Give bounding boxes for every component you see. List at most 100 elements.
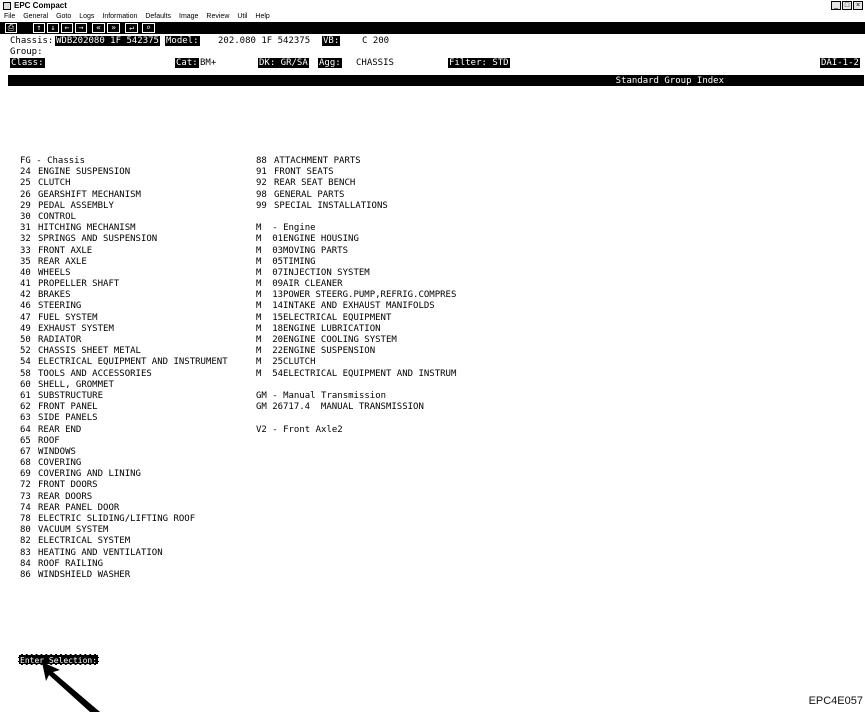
list-item[interactable]: M 13POWER STEERG.PUMP,REFRIG.COMPRES <box>256 290 456 301</box>
agg-value: CHASSIS <box>356 58 394 68</box>
list-item[interactable]: 78 ELECTRIC SLIDING/LIFTING ROOF <box>20 514 228 525</box>
list-item[interactable]: M 20ENGINE COOLING SYSTEM <box>256 335 456 346</box>
list-item[interactable]: GM 26717.4 MANUAL TRANSMISSION <box>256 402 456 413</box>
item-label: INTAKE AND EXHAUST MANIFOLDS <box>283 301 435 312</box>
list-item[interactable]: 80 VACUUM SYSTEM <box>20 525 228 536</box>
list-item[interactable]: 83 HEATING AND VENTILATION <box>20 548 228 559</box>
list-item[interactable]: 63 SIDE PANELS <box>20 413 228 424</box>
list-item[interactable]: M 25CLUTCH <box>256 357 456 368</box>
window-controls: _ □ × <box>831 1 863 10</box>
list-item[interactable]: 32 SPRINGS AND SUSPENSION <box>20 234 228 245</box>
arrow-down-icon[interactable]: ↓ <box>47 23 59 33</box>
list-item[interactable]: 64 REAR END <box>20 425 228 436</box>
arrow-left-icon[interactable]: ← <box>61 23 73 33</box>
page-back-icon[interactable]: « <box>92 23 105 33</box>
menu-information[interactable]: Information <box>102 12 137 22</box>
list-item[interactable]: 82 ELECTRICAL SYSTEM <box>20 536 228 547</box>
list-item[interactable]: 67 WINDOWS <box>20 447 228 458</box>
item-label: ELECTRICAL SYSTEM <box>38 536 131 547</box>
list-item[interactable]: 54 ELECTRICAL EQUIPMENT AND INSTRUMENT <box>20 357 228 368</box>
close-button[interactable]: × <box>853 1 863 10</box>
menu-general[interactable]: General <box>23 12 48 22</box>
list-item[interactable]: 58 TOOLS AND ACCESSORIES <box>20 369 228 380</box>
list-item[interactable]: M 05TIMING <box>256 257 456 268</box>
list-item[interactable]: 86 WINDSHIELD WASHER <box>20 570 228 581</box>
list-item[interactable]: 35 REAR AXLE <box>20 257 228 268</box>
list-item[interactable]: M 14INTAKE AND EXHAUST MANIFOLDS <box>256 301 456 312</box>
menu-help[interactable]: Help <box>255 12 269 22</box>
print-icon[interactable]: ⎙ <box>5 23 17 33</box>
search-icon[interactable]: ⌕ <box>142 23 155 33</box>
item-label: MOVING PARTS <box>283 245 349 256</box>
list-item[interactable]: 72 FRONT DOORS <box>20 480 228 491</box>
list-item[interactable]: 98 GENERAL PARTS <box>256 190 456 201</box>
menu-defaults[interactable]: Defaults <box>145 12 171 22</box>
list-item[interactable]: M 22ENGINE SUSPENSION <box>256 346 456 357</box>
list-item[interactable]: M 54ELECTRICAL EQUIPMENT AND INSTRUM <box>256 369 456 380</box>
list-item[interactable]: 99 SPECIAL INSTALLATIONS <box>256 201 456 212</box>
menu-goto[interactable]: Goto <box>56 12 71 22</box>
menu-image[interactable]: Image <box>179 12 198 22</box>
list-item[interactable]: 33 FRONT AXLE <box>20 246 228 257</box>
item-label: GENERAL PARTS <box>274 189 345 200</box>
list-item[interactable]: 31 HITCHING MECHANISM <box>20 223 228 234</box>
list-item[interactable]: 60 SHELL, GROMMET <box>20 380 228 391</box>
item-label: CHASSIS SHEET METAL <box>38 346 141 357</box>
arrow-up-icon[interactable]: ↑ <box>33 23 45 33</box>
arrow-right-icon[interactable]: → <box>75 23 87 33</box>
list-heading-front-axle2[interactable]: V2 - Front Axle2 <box>256 425 456 436</box>
list-item[interactable]: 69 COVERING AND LINING <box>20 469 228 480</box>
list-item[interactable]: 29 PEDAL ASSEMBLY <box>20 201 228 212</box>
list-item[interactable]: 73 REAR DOORS <box>20 492 228 503</box>
list-item[interactable]: 52 CHASSIS SHEET METAL <box>20 346 228 357</box>
menu-bar: File General Goto Logs Information Defau… <box>0 12 865 22</box>
list-item[interactable]: 47 FUEL SYSTEM <box>20 313 228 324</box>
list-item[interactable]: 88 ATTACHMENT PARTS <box>256 156 456 167</box>
item-code: 65 <box>20 435 31 446</box>
item-label: SHELL, GROMMET <box>38 379 114 390</box>
item-code: 68 <box>20 458 31 469</box>
list-item[interactable]: 65 ROOF <box>20 436 228 447</box>
enter-icon[interactable]: ↵ <box>125 23 138 33</box>
menu-file[interactable]: File <box>4 12 15 22</box>
list-item[interactable]: 41 PROPELLER SHAFT <box>20 279 228 290</box>
menu-logs[interactable]: Logs <box>79 12 94 22</box>
item-code: M 09 <box>256 279 284 290</box>
list-item[interactable]: M 03MOVING PARTS <box>256 246 456 257</box>
chassis-value[interactable]: WDB202080 1F 542375 <box>55 36 160 46</box>
vb-value: C 200 <box>362 36 390 46</box>
item-label: TIMING <box>283 256 316 267</box>
list-item[interactable]: 74 REAR PANEL DOOR <box>20 503 228 514</box>
list-item[interactable]: 50 RADIATOR <box>20 335 228 346</box>
list-item[interactable]: 62 FRONT PANEL <box>20 402 228 413</box>
maximize-button[interactable]: □ <box>842 1 852 10</box>
minimize-button[interactable]: _ <box>831 1 841 10</box>
list-item[interactable]: M 01ENGINE HOUSING <box>256 234 456 245</box>
list-item[interactable]: 91 FRONT SEATS <box>256 167 456 178</box>
list-item[interactable]: 30 CONTROL <box>20 212 228 223</box>
menu-util[interactable]: Util <box>237 12 247 22</box>
vb-label: VB: <box>322 36 341 46</box>
list-item[interactable]: M 15ELECTRICAL EQUIPMENT <box>256 313 456 324</box>
list-item[interactable]: 68 COVERING <box>20 458 228 469</box>
list-item[interactable]: 40 WHEELS <box>20 268 228 279</box>
list-item[interactable]: M 18ENGINE LUBRICATION <box>256 324 456 335</box>
item-label: WHEELS <box>38 267 71 278</box>
list-item[interactable]: M 07INJECTION SYSTEM <box>256 268 456 279</box>
list-item[interactable]: 92 REAR SEAT BENCH <box>256 178 456 189</box>
item-label: ELECTRICAL EQUIPMENT AND INSTRUMENT <box>38 357 228 368</box>
list-item[interactable]: 24 ENGINE SUSPENSION <box>20 167 228 178</box>
list-item[interactable]: 84 ROOF RAILING <box>20 559 228 570</box>
item-code: 41 <box>20 279 31 290</box>
list-item[interactable]: 42 BRAKES <box>20 290 228 301</box>
list-item[interactable]: 25 CLUTCH <box>20 178 228 189</box>
item-label: SUBSTRUCTURE <box>38 390 104 401</box>
list-item[interactable]: M 09AIR CLEANER <box>256 279 456 290</box>
list-item[interactable]: 46 STEERING <box>20 301 228 312</box>
list-item[interactable]: 26 GEARSHIFT MECHANISM <box>20 190 228 201</box>
item-label: FUEL SYSTEM <box>38 312 98 323</box>
list-item[interactable]: 49 EXHAUST SYSTEM <box>20 324 228 335</box>
list-item[interactable]: 61 SUBSTRUCTURE <box>20 391 228 402</box>
page-forward-icon[interactable]: » <box>107 23 120 33</box>
menu-review[interactable]: Review <box>206 12 229 22</box>
